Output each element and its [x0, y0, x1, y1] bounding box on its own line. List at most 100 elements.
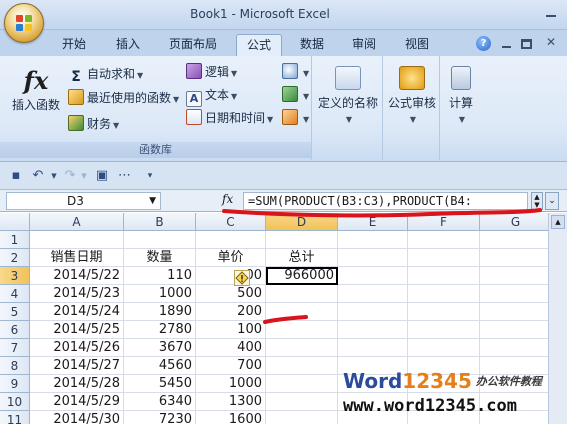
undo-icon[interactable]: ↶: [30, 168, 46, 184]
chevron-down-icon[interactable]: ▼: [149, 193, 156, 209]
autosum-button[interactable]: Σ 自动求和 ▼: [68, 64, 143, 85]
cell[interactable]: [338, 339, 408, 357]
total-cell[interactable]: [266, 285, 338, 303]
insert-function-fx-icon[interactable]: fx: [222, 192, 233, 206]
column-header-g[interactable]: G: [480, 213, 548, 231]
cell[interactable]: [338, 321, 408, 339]
date-cell[interactable]: 2014/5/28: [30, 375, 124, 393]
quantity-cell[interactable]: 110: [124, 267, 196, 285]
cell[interactable]: [124, 231, 196, 249]
row-header[interactable]: 6: [0, 321, 30, 339]
minimize-button[interactable]: [545, 8, 557, 18]
quantity-cell[interactable]: 6340: [124, 393, 196, 411]
cell[interactable]: [338, 249, 408, 267]
row-header[interactable]: 11: [0, 411, 30, 424]
date-cell[interactable]: 2014/5/27: [30, 357, 124, 375]
row-header[interactable]: 8: [0, 357, 30, 375]
cell[interactable]: [338, 231, 408, 249]
cell[interactable]: [30, 231, 124, 249]
total-cell[interactable]: [266, 357, 338, 375]
quantity-cell[interactable]: 2780: [124, 321, 196, 339]
date-cell[interactable]: 2014/5/24: [30, 303, 124, 321]
cell[interactable]: [480, 285, 548, 303]
cell[interactable]: [408, 339, 480, 357]
recent-functions-button[interactable]: 最近使用的函数 ▼: [68, 88, 179, 108]
date-cell[interactable]: 2014/5/29: [30, 393, 124, 411]
total-cell[interactable]: [266, 411, 338, 424]
select-all-corner[interactable]: [0, 213, 30, 231]
column-header-d[interactable]: D: [266, 213, 338, 231]
tab-page-layout[interactable]: 页面布局: [162, 34, 224, 56]
header-cell-price[interactable]: 单价: [196, 249, 266, 267]
price-cell[interactable]: 700: [196, 357, 266, 375]
row-header[interactable]: 3: [0, 267, 30, 285]
restore-icon[interactable]: [521, 39, 532, 49]
customize-toolbar-icon[interactable]: ▾: [142, 168, 158, 184]
total-cell[interactable]: [266, 393, 338, 411]
total-cell[interactable]: [266, 339, 338, 357]
defined-names-button[interactable]: 定义的名称 ▼: [317, 66, 379, 125]
financial-button[interactable]: 财务 ▼: [68, 114, 119, 134]
row-header[interactable]: 10: [0, 393, 30, 411]
quantity-cell[interactable]: 1890: [124, 303, 196, 321]
tab-review[interactable]: 审阅: [342, 34, 386, 56]
column-header-c[interactable]: C: [196, 213, 266, 231]
selection-icon[interactable]: ⋯: [116, 168, 132, 184]
column-header-e[interactable]: E: [338, 213, 408, 231]
close-icon[interactable]: ✕: [544, 36, 558, 49]
header-cell-total[interactable]: 总计: [266, 249, 338, 267]
quantity-cell[interactable]: 7230: [124, 411, 196, 424]
tab-insert[interactable]: 插入: [106, 34, 150, 56]
logical-button[interactable]: 逻辑 ▼: [186, 62, 237, 82]
cell[interactable]: [480, 339, 548, 357]
calculation-button[interactable]: 计算 ▼: [441, 66, 481, 125]
cell[interactable]: [196, 231, 266, 249]
cell[interactable]: [408, 231, 480, 249]
quantity-cell[interactable]: 3670: [124, 339, 196, 357]
date-cell[interactable]: 2014/5/30: [30, 411, 124, 424]
total-cell[interactable]: [266, 321, 338, 339]
price-cell[interactable]: 00: [196, 267, 266, 285]
cell[interactable]: [338, 267, 408, 285]
tab-data[interactable]: 数据: [290, 34, 334, 56]
cell[interactable]: [480, 249, 548, 267]
formula-input[interactable]: =SUM(PRODUCT(B3:C3),PRODUCT(B4:: [243, 192, 528, 210]
chevron-down-icon[interactable]: ▼: [76, 168, 92, 184]
more-functions-button[interactable]: ▼: [282, 108, 309, 128]
row-header[interactable]: 2: [0, 249, 30, 267]
text-functions-button[interactable]: A 文本 ▼: [186, 85, 237, 107]
price-cell[interactable]: 1000: [196, 375, 266, 393]
tab-formulas[interactable]: 公式: [236, 34, 282, 56]
quantity-cell[interactable]: 4560: [124, 357, 196, 375]
cell[interactable]: [408, 249, 480, 267]
save-icon[interactable]: ▪: [8, 168, 24, 184]
price-cell[interactable]: 400: [196, 339, 266, 357]
date-cell[interactable]: 2014/5/26: [30, 339, 124, 357]
header-cell-date[interactable]: 销售日期: [30, 249, 124, 267]
tab-home[interactable]: 开始: [52, 34, 96, 56]
office-button[interactable]: [4, 3, 44, 43]
date-cell[interactable]: 2014/5/25: [30, 321, 124, 339]
row-header[interactable]: 5: [0, 303, 30, 321]
lookup-button[interactable]: ▼: [282, 62, 309, 82]
cell[interactable]: [480, 267, 548, 285]
price-cell[interactable]: 1300: [196, 393, 266, 411]
date-cell[interactable]: 2014/5/22: [30, 267, 124, 285]
total-cell-selected[interactable]: 966000: [266, 267, 338, 285]
formula-audit-button[interactable]: 公式审核 ▼: [384, 66, 440, 125]
row-header[interactable]: 4: [0, 285, 30, 303]
datetime-button[interactable]: 日期和时间 ▼: [186, 108, 273, 128]
print-preview-icon[interactable]: ▣: [94, 168, 110, 184]
cell[interactable]: [408, 267, 480, 285]
cell[interactable]: [408, 303, 480, 321]
tab-view[interactable]: 视图: [395, 34, 439, 56]
error-warning-icon[interactable]: [234, 270, 250, 286]
math-button[interactable]: ▼: [282, 85, 309, 105]
expand-formula-bar-icon[interactable]: ⌄: [545, 192, 559, 210]
row-header[interactable]: 7: [0, 339, 30, 357]
quantity-cell[interactable]: 5450: [124, 375, 196, 393]
column-header-a[interactable]: A: [30, 213, 124, 231]
price-cell[interactable]: 200: [196, 303, 266, 321]
column-header-b[interactable]: B: [124, 213, 196, 231]
price-cell[interactable]: 100: [196, 321, 266, 339]
